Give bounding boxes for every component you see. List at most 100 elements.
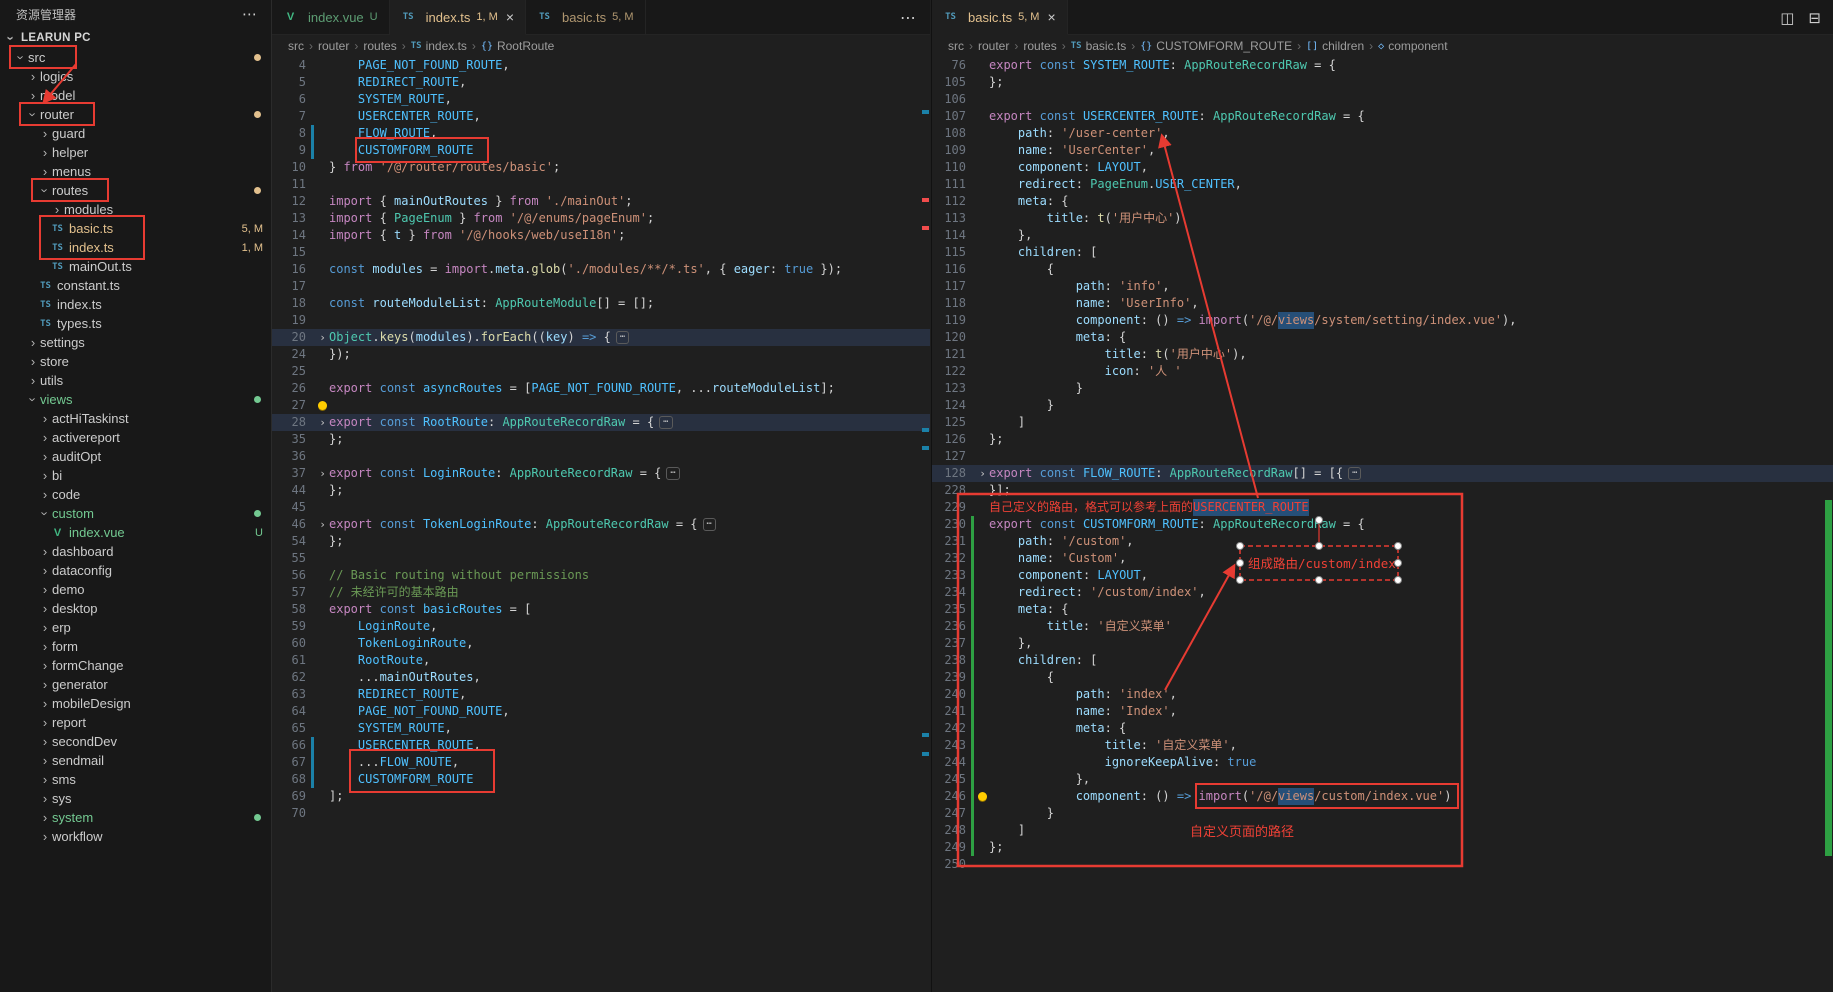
code-line-117[interactable]: 117 path: 'info', xyxy=(932,278,1833,295)
code-line-250[interactable]: 250 xyxy=(932,856,1833,873)
tree-item-system[interactable]: ›system xyxy=(0,808,271,827)
code-line-4[interactable]: 4 PAGE_NOT_FOUND_ROUTE, xyxy=(272,57,930,74)
code-line-247[interactable]: 247 } xyxy=(932,805,1833,822)
code-line-242[interactable]: 242 meta: { xyxy=(932,720,1833,737)
breadcrumb-item[interactable]: src xyxy=(948,39,964,53)
tree-item-types.ts[interactable]: TStypes.ts xyxy=(0,314,271,333)
code-line-67[interactable]: 67 ...FLOW_ROUTE, xyxy=(272,754,930,771)
code-line-120[interactable]: 120 meta: { xyxy=(932,329,1833,346)
code-line-63[interactable]: 63 REDIRECT_ROUTE, xyxy=(272,686,930,703)
tree-item-guard[interactable]: ›guard xyxy=(0,124,271,143)
code-line-37[interactable]: 37›export const LoginRoute: AppRouteReco… xyxy=(272,465,930,482)
code-line-56[interactable]: 56// Basic routing without permissions xyxy=(272,567,930,584)
lightbulb-icon[interactable] xyxy=(976,788,989,805)
code-line-243[interactable]: 243 title: '自定义菜单', xyxy=(932,737,1833,754)
tree-item-mainOut.ts[interactable]: TSmainOut.ts xyxy=(0,257,271,276)
breadcrumb-item[interactable]: RootRoute xyxy=(497,39,554,53)
tree-item-basic.ts[interactable]: TSbasic.ts5, M xyxy=(0,219,271,238)
code-line-20[interactable]: 20›Object.keys(modules).forEach((key) =>… xyxy=(272,329,930,346)
code-line-70[interactable]: 70 xyxy=(272,805,930,822)
breadcrumb-item[interactable]: router xyxy=(318,39,349,53)
code-line-24[interactable]: 24}); xyxy=(272,346,930,363)
code-line-234[interactable]: 234 redirect: '/custom/index', xyxy=(932,584,1833,601)
code-line-113[interactable]: 113 title: t('用户中心') xyxy=(932,210,1833,227)
folded-region-badge[interactable]: ⋯ xyxy=(703,518,716,531)
tree-item-index.ts[interactable]: TSindex.ts xyxy=(0,295,271,314)
breadcrumb-item[interactable]: routes xyxy=(1023,39,1056,53)
code-line-110[interactable]: 110 component: LAYOUT, xyxy=(932,159,1833,176)
breadcrumb-item[interactable]: src xyxy=(288,39,304,53)
fold-chevron-icon[interactable]: › xyxy=(976,465,989,482)
tree-item-actHiTaskinst[interactable]: ›actHiTaskinst xyxy=(0,409,271,428)
tree-item-desktop[interactable]: ›desktop xyxy=(0,599,271,618)
overview-ruler-middle[interactable] xyxy=(920,0,930,992)
code-line-244[interactable]: 244 ignoreKeepAlive: true xyxy=(932,754,1833,771)
layout-icon[interactable]: ⊟ xyxy=(1808,9,1821,27)
code-line-5[interactable]: 5 REDIRECT_ROUTE, xyxy=(272,74,930,91)
tree-item-index.vue[interactable]: Vindex.vueU xyxy=(0,523,271,542)
code-line-58[interactable]: 58export const basicRoutes = [ xyxy=(272,601,930,618)
close-icon[interactable]: × xyxy=(1047,9,1055,25)
code-line-118[interactable]: 118 name: 'UserInfo', xyxy=(932,295,1833,312)
code-line-18[interactable]: 18const routeModuleList: AppRouteModule[… xyxy=(272,295,930,312)
tree-item-routes[interactable]: ›routes xyxy=(0,181,271,200)
explorer-more-icon[interactable]: ⋯ xyxy=(242,5,257,23)
tree-item-logics[interactable]: ›logics xyxy=(0,67,271,86)
code-line-231[interactable]: 231 path: '/custom', xyxy=(932,533,1833,550)
overview-ruler-right[interactable] xyxy=(1823,0,1833,992)
code-line-105[interactable]: 105}; xyxy=(932,74,1833,91)
code-line-62[interactable]: 62 ...mainOutRoutes, xyxy=(272,669,930,686)
code-line-8[interactable]: 8 FLOW_ROUTE, xyxy=(272,125,930,142)
tree-item-helper[interactable]: ›helper xyxy=(0,143,271,162)
folded-region-badge[interactable]: ⋯ xyxy=(1348,467,1361,480)
code-line-64[interactable]: 64 PAGE_NOT_FOUND_ROUTE, xyxy=(272,703,930,720)
code-line-249[interactable]: 249}; xyxy=(932,839,1833,856)
code-line-54[interactable]: 54}; xyxy=(272,533,930,550)
tree-item-custom[interactable]: ›custom xyxy=(0,504,271,523)
breadcrumb-item[interactable]: basic.ts xyxy=(1086,39,1127,53)
code-line-128[interactable]: 128›export const FLOW_ROUTE: AppRouteRec… xyxy=(932,465,1833,482)
tree-item-report[interactable]: ›report xyxy=(0,713,271,732)
code-line-107[interactable]: 107export const USERCENTER_ROUTE: AppRou… xyxy=(932,108,1833,125)
code-line-116[interactable]: 116 { xyxy=(932,261,1833,278)
code-line-57[interactable]: 57// 未经许可的基本路由 xyxy=(272,584,930,601)
code-editor-right[interactable]: 76export const SYSTEM_ROUTE: AppRouteRec… xyxy=(932,57,1833,992)
code-line-228[interactable]: 228}]; xyxy=(932,482,1833,499)
code-line-121[interactable]: 121 title: t('用户中心'), xyxy=(932,346,1833,363)
code-line-59[interactable]: 59 LoginRoute, xyxy=(272,618,930,635)
tab-basic.ts[interactable]: TSbasic.ts5, M× xyxy=(932,0,1068,35)
tab-basic.ts[interactable]: TSbasic.ts5, M xyxy=(526,0,645,34)
code-line-125[interactable]: 125 ] xyxy=(932,414,1833,431)
breadcrumb-item[interactable]: component xyxy=(1388,39,1447,53)
code-line-26[interactable]: 26export const asyncRoutes = [PAGE_NOT_F… xyxy=(272,380,930,397)
code-line-239[interactable]: 239 { xyxy=(932,669,1833,686)
breadcrumb-item[interactable]: router xyxy=(978,39,1009,53)
tree-item-form[interactable]: ›form xyxy=(0,637,271,656)
code-line-238[interactable]: 238 children: [ xyxy=(932,652,1833,669)
code-line-61[interactable]: 61 RootRoute, xyxy=(272,652,930,669)
code-line-44[interactable]: 44}; xyxy=(272,482,930,499)
tree-item-menus[interactable]: ›menus xyxy=(0,162,271,181)
tree-item-sms[interactable]: ›sms xyxy=(0,770,271,789)
code-line-233[interactable]: 233 component: LAYOUT, xyxy=(932,567,1833,584)
code-line-123[interactable]: 123 } xyxy=(932,380,1833,397)
project-section-header[interactable]: › LEARUN PC xyxy=(0,28,271,48)
code-line-11[interactable]: 11 xyxy=(272,176,930,193)
tree-item-index.ts[interactable]: TSindex.ts1, M xyxy=(0,238,271,257)
tree-item-bi[interactable]: ›bi xyxy=(0,466,271,485)
tree-item-modules[interactable]: ›modules xyxy=(0,200,271,219)
code-line-240[interactable]: 240 path: 'index', xyxy=(932,686,1833,703)
code-line-76[interactable]: 76export const SYSTEM_ROUTE: AppRouteRec… xyxy=(932,57,1833,74)
code-line-245[interactable]: 245 }, xyxy=(932,771,1833,788)
editor-actions-more-icon[interactable]: ⋯ xyxy=(900,0,916,35)
code-line-55[interactable]: 55 xyxy=(272,550,930,567)
tree-item-erp[interactable]: ›erp xyxy=(0,618,271,637)
code-line-9[interactable]: 9 CUSTOMFORM_ROUTE xyxy=(272,142,930,159)
fold-chevron-icon[interactable]: › xyxy=(316,329,329,346)
folded-region-badge[interactable]: ⋯ xyxy=(666,467,679,480)
tree-item-sys[interactable]: ›sys xyxy=(0,789,271,808)
code-line-115[interactable]: 115 children: [ xyxy=(932,244,1833,261)
breadcrumb-item[interactable]: CUSTOMFORM_ROUTE xyxy=(1156,39,1292,53)
code-line-106[interactable]: 106 xyxy=(932,91,1833,108)
code-line-27[interactable]: 27 xyxy=(272,397,930,414)
